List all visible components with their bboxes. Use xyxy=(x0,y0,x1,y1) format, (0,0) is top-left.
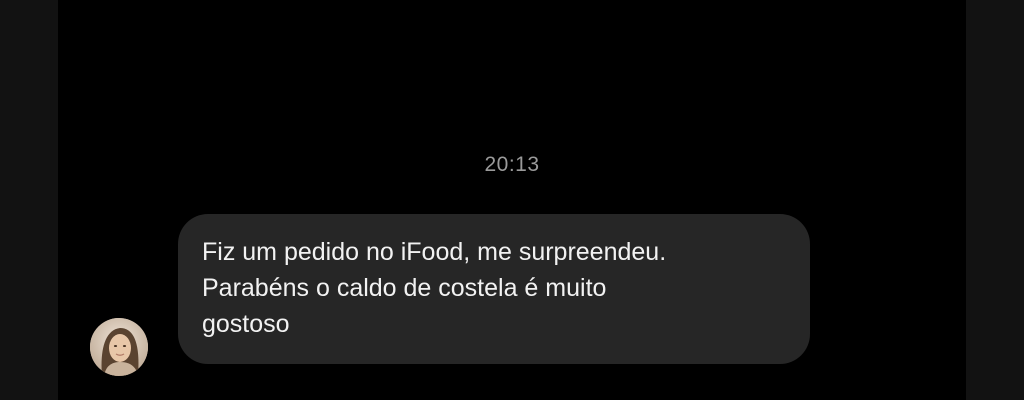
message-timestamp: 20:13 xyxy=(484,153,540,176)
message-bubble[interactable]: Fiz um pedido no iFood, me surpreendeu. … xyxy=(178,214,810,364)
conversation-area[interactable]: 20:13 Fiz um pedido no iFood, me surpree… xyxy=(58,0,966,400)
left-margin xyxy=(0,0,58,400)
right-margin xyxy=(966,0,1024,400)
sender-avatar[interactable] xyxy=(90,318,148,376)
message-text-line: Fiz um pedido no iFood, me surpreendeu. xyxy=(202,238,667,266)
chat-screen: 20:13 Fiz um pedido no iFood, me surpree… xyxy=(0,0,1024,400)
incoming-message-row: Fiz um pedido no iFood, me surpreendeu. … xyxy=(90,214,850,378)
avatar-photo-icon xyxy=(90,318,148,376)
message-text-line: Parabéns o caldo de costela é muito xyxy=(202,274,607,302)
message-text-line: gostoso xyxy=(202,310,290,338)
